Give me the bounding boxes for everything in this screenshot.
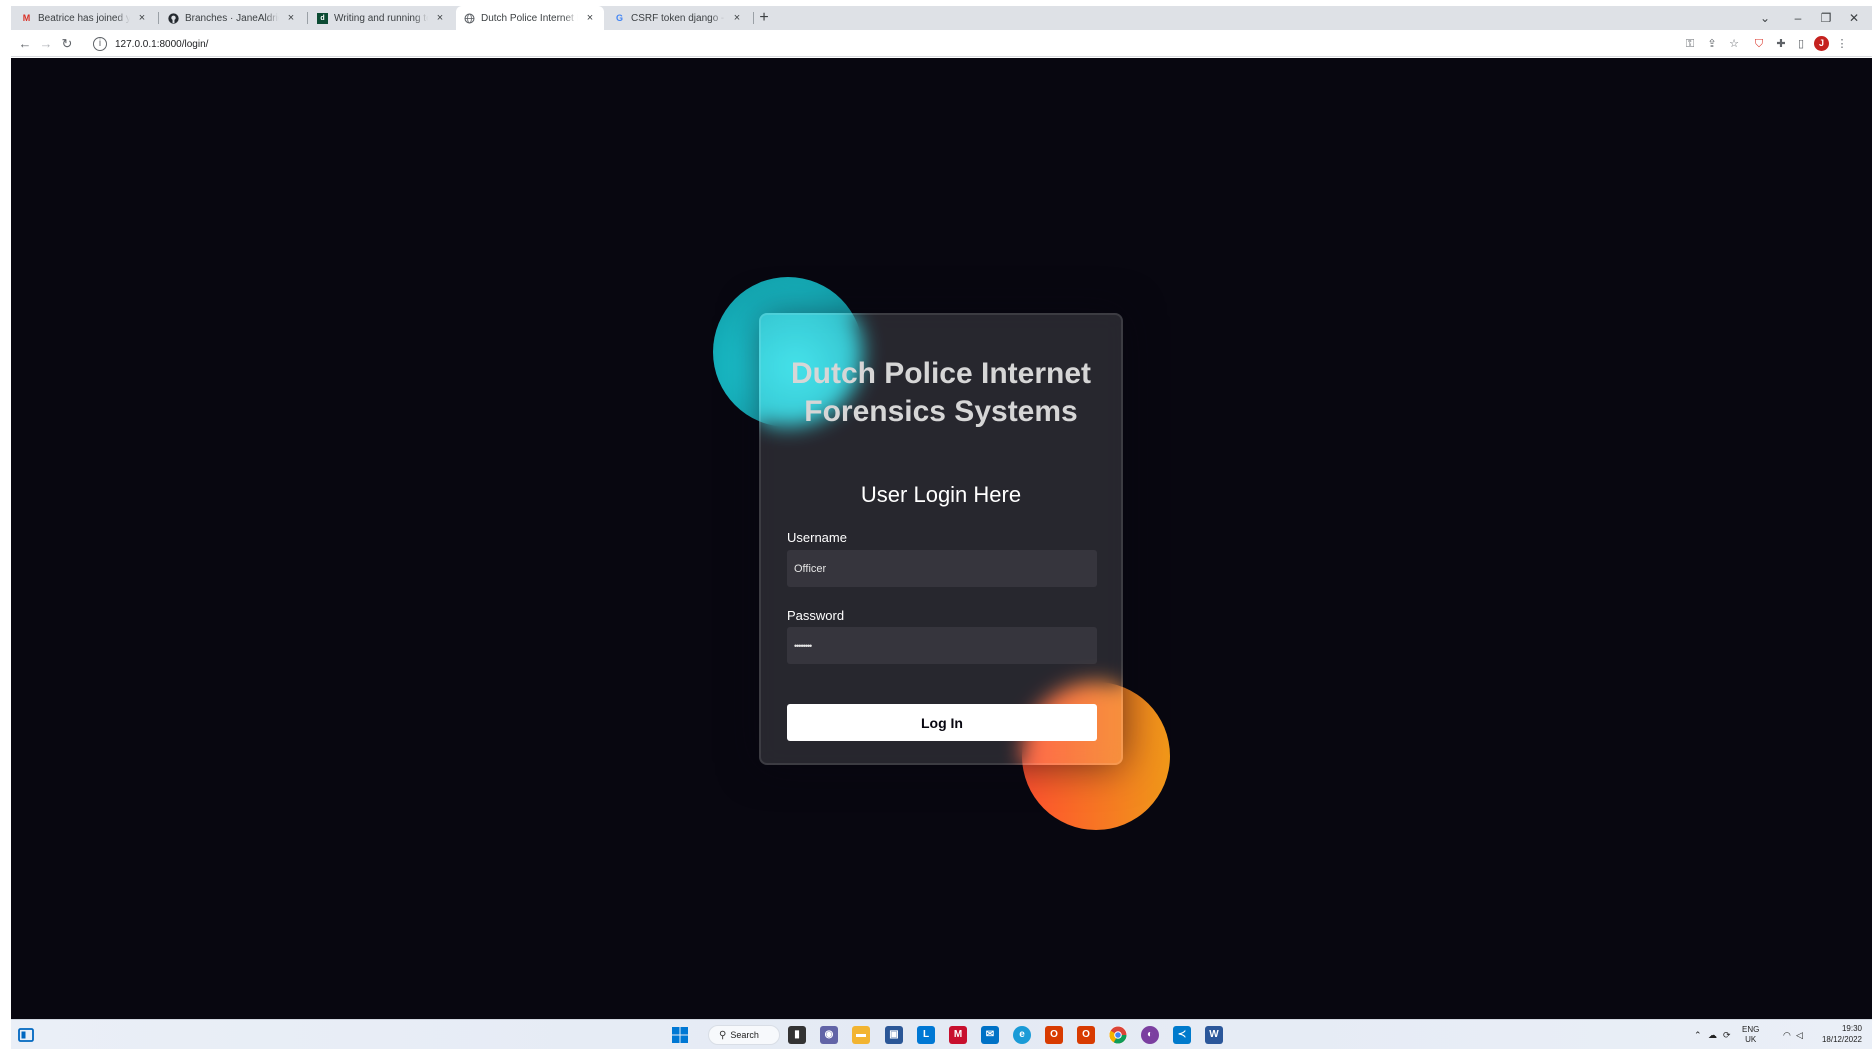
mcafee-icon[interactable]: M: [949, 1026, 967, 1044]
close-icon[interactable]: ×: [136, 12, 148, 24]
browser-window: M Beatrice has joined your Personal × Br…: [0, 0, 1872, 1049]
clock-date: 18/12/2022: [1821, 1035, 1862, 1044]
wifi-icon[interactable]: ◠: [1783, 1020, 1791, 1050]
chrome-icon[interactable]: [1109, 1026, 1127, 1044]
username-label: Username: [787, 530, 847, 545]
word-icon[interactable]: W: [1205, 1026, 1223, 1044]
tab-title: Dutch Police Internet Forensics S: [481, 12, 578, 24]
profile-avatar[interactable]: J: [1814, 36, 1829, 51]
app-l-icon[interactable]: L: [917, 1026, 935, 1044]
minimize-button[interactable]: –: [1787, 8, 1809, 28]
page-viewport: Dutch Police Internet Forensics Systems …: [11, 58, 1872, 1019]
google-icon: G: [615, 12, 623, 23]
new-tab-button[interactable]: +: [755, 9, 773, 27]
site-info-icon[interactable]: i: [93, 37, 107, 51]
password-label: Password: [787, 608, 845, 623]
tab-gmail[interactable]: M Beatrice has joined your Personal ×: [13, 6, 156, 30]
file-explorer-icon[interactable]: ▬: [852, 1026, 870, 1044]
github-icon: [168, 12, 179, 24]
login-button[interactable]: Log In: [787, 704, 1097, 741]
tab-separator: [753, 12, 754, 24]
task-view-icon[interactable]: ▮: [788, 1026, 806, 1044]
form-subtitle: User Login Here: [860, 482, 1022, 507]
tab-search-chevron-icon[interactable]: ⌄: [1754, 8, 1776, 28]
tab-active-login[interactable]: Dutch Police Internet Forensics S ×: [456, 6, 604, 30]
close-icon[interactable]: ×: [285, 12, 297, 24]
login-form: Dutch Police Internet Forensics Systems …: [759, 313, 1123, 765]
search-icon: ⚲: [719, 1029, 727, 1041]
tab-django-docs[interactable]: d Writing and running tests | Django ×: [309, 6, 454, 30]
forward-button[interactable]: →: [36, 34, 56, 54]
close-window-button[interactable]: ✕: [1843, 8, 1865, 28]
username-input[interactable]: Officer: [787, 550, 1097, 587]
office-alt-icon[interactable]: O: [1077, 1026, 1095, 1044]
extensions-puzzle-icon[interactable]: ✚: [1772, 34, 1790, 54]
teams-chat-icon[interactable]: ◉: [820, 1026, 838, 1044]
close-icon[interactable]: ×: [731, 12, 743, 24]
bookmark-star-icon[interactable]: ☆: [1725, 34, 1743, 54]
language-indicator[interactable]: ENG UK: [1742, 1020, 1759, 1050]
tab-github[interactable]: Branches · JaneAldridge/Django ×: [160, 6, 305, 30]
widgets-icon[interactable]: [17, 1026, 35, 1044]
taskbar-clock[interactable]: 19:30 18/12/2022: [1810, 1023, 1862, 1045]
back-button[interactable]: ←: [15, 34, 35, 54]
tab-separator: [307, 12, 308, 24]
microsoft-store-icon[interactable]: ▣: [885, 1026, 903, 1044]
gmail-icon: M: [22, 12, 31, 23]
tray-overflow-chevron-icon[interactable]: ⌃: [1694, 1020, 1702, 1050]
url-text[interactable]: 127.0.0.1:8000/login/: [115, 39, 208, 50]
tab-title: Beatrice has joined your Personal: [38, 12, 130, 24]
extension-pocket-icon[interactable]: ⛉: [1750, 34, 1768, 54]
volume-icon[interactable]: ◁: [1796, 1020, 1803, 1050]
tab-title: CSRF token django - Google Sea: [631, 12, 725, 24]
menu-kebab-icon[interactable]: ⋮: [1833, 34, 1851, 54]
search-label: Search: [730, 1030, 759, 1040]
close-icon[interactable]: ×: [434, 12, 446, 24]
clock-time: 19:30: [1841, 1024, 1862, 1033]
sync-icon[interactable]: ⟳: [1723, 1020, 1731, 1050]
windows-taskbar: ⚲ Search ▮ ◉ ▬ ▣ L M ✉ e O O ◐ ≺ W ⌃ ☁ ⟳…: [11, 1019, 1872, 1049]
tab-title: Branches · JaneAldridge/Django: [185, 12, 279, 24]
browser-toolbar: ← → ↻ i 127.0.0.1:8000/login/ ⚿ ⇪ ☆ ⛉ ✚ …: [11, 30, 1872, 57]
close-icon[interactable]: ×: [584, 12, 596, 24]
tab-separator: [158, 12, 159, 24]
password-key-icon[interactable]: ⚿: [1681, 34, 1699, 54]
github-desktop-icon[interactable]: ◐: [1141, 1026, 1159, 1044]
start-windows-icon[interactable]: [671, 1026, 689, 1044]
globe-icon: [464, 12, 475, 24]
side-panel-icon[interactable]: ▯: [1792, 34, 1810, 54]
mail-icon[interactable]: ✉: [981, 1026, 999, 1044]
password-input[interactable]: ••••••••: [787, 627, 1097, 664]
language-code: ENG: [1742, 1025, 1760, 1034]
address-bar[interactable]: i 127.0.0.1:8000/login/: [93, 33, 1693, 55]
vscode-icon[interactable]: ≺: [1173, 1026, 1191, 1044]
django-icon: d: [317, 12, 328, 24]
office-icon[interactable]: O: [1045, 1026, 1063, 1044]
reload-button[interactable]: ↻: [57, 34, 77, 54]
region-code: UK: [1745, 1035, 1757, 1044]
tab-google-search[interactable]: G CSRF token django - Google Sea ×: [606, 6, 751, 30]
taskbar-search[interactable]: ⚲ Search: [708, 1025, 780, 1045]
page-title: Dutch Police Internet Forensics Systems: [790, 357, 1092, 428]
onedrive-icon[interactable]: ☁: [1708, 1020, 1717, 1050]
edge-icon[interactable]: e: [1013, 1026, 1031, 1044]
tab-title: Writing and running tests | Django: [334, 12, 428, 24]
tab-strip: M Beatrice has joined your Personal × Br…: [11, 6, 1872, 30]
share-icon[interactable]: ⇪: [1703, 34, 1721, 54]
restore-button[interactable]: ❐: [1815, 8, 1837, 28]
